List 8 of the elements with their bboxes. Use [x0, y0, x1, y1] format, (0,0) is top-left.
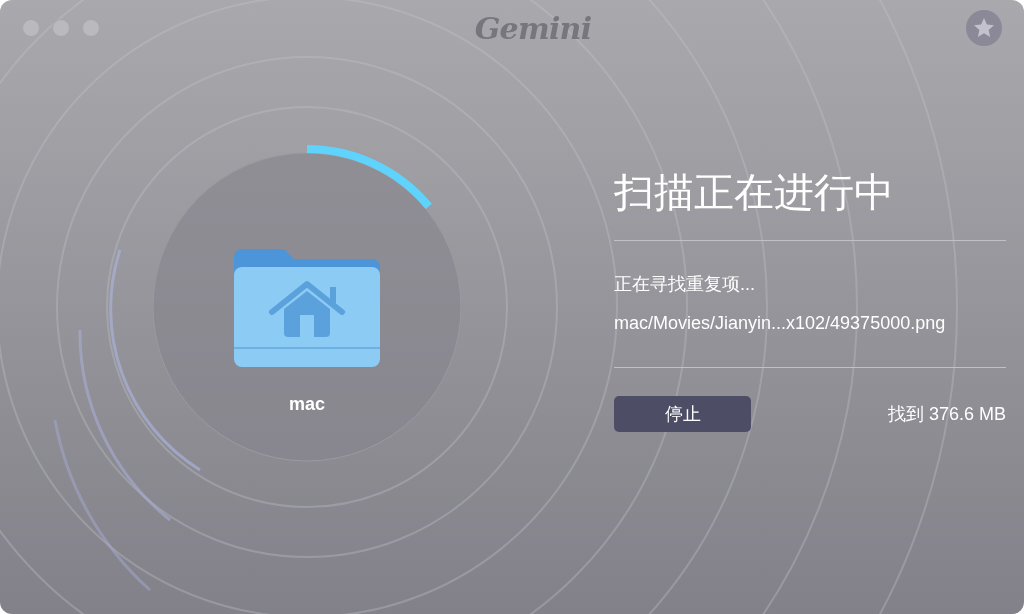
home-folder-icon — [234, 246, 380, 369]
current-file-path: mac/Movies/Jianyin...x102/49375000.png — [614, 312, 947, 335]
scan-title: 扫描正在进行中 — [614, 172, 895, 216]
found-size: 找到 376.6 MB — [887, 402, 1006, 426]
activity-text: 正在寻找重复项... — [614, 273, 756, 296]
app-logo: Gemini — [474, 9, 592, 48]
folder-name: mac — [289, 392, 325, 416]
stop-button[interactable]: 停止 — [614, 396, 751, 432]
